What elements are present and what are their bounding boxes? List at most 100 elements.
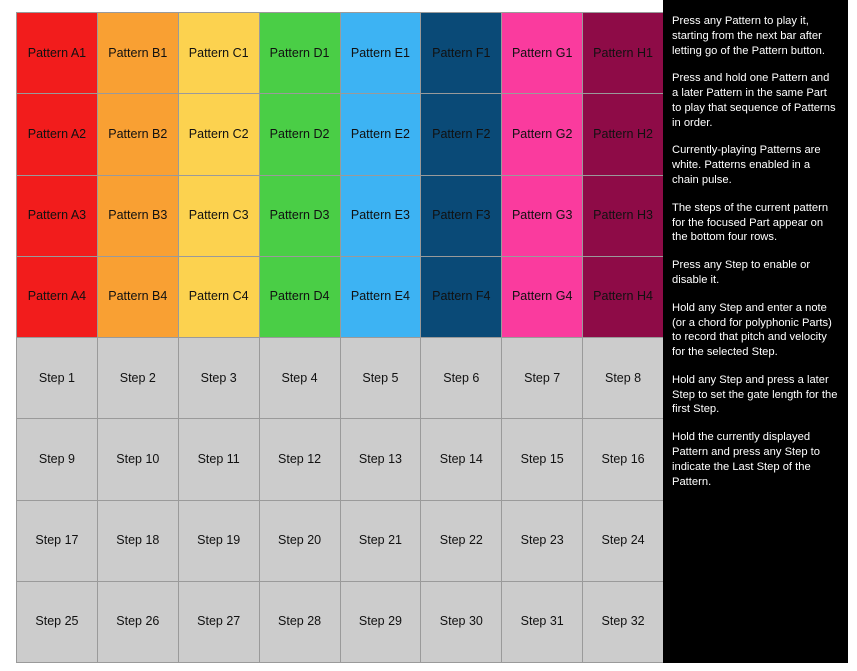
step-pad[interactable]: Step 2: [97, 338, 179, 420]
step-pad[interactable]: Step 5: [340, 338, 422, 420]
step-pad[interactable]: Step 28: [259, 581, 341, 663]
pattern-pad-label: Pattern E1: [350, 45, 410, 60]
step-pad[interactable]: Step 20: [259, 500, 341, 582]
step-pad[interactable]: Step 6: [421, 338, 503, 420]
step-pad[interactable]: Step 12: [259, 419, 341, 501]
step-pad[interactable]: Step 1: [17, 338, 98, 420]
pattern-pad[interactable]: Pattern E4: [340, 256, 422, 338]
step-pad[interactable]: Step 9: [17, 419, 98, 501]
pattern-pad[interactable]: Pattern D4: [259, 256, 341, 338]
step-pad[interactable]: Step 23: [502, 500, 584, 582]
help-paragraph: Hold the currently displayed Pattern and…: [672, 431, 821, 488]
pattern-pad-label: Pattern H4: [593, 289, 653, 304]
step-pad-label: Step 12: [278, 451, 322, 466]
pattern-pad[interactable]: Pattern H3: [583, 175, 664, 257]
pattern-pad[interactable]: Pattern H2: [583, 94, 664, 176]
pattern-pad[interactable]: Pattern E1: [340, 13, 422, 95]
step-pad-label: Step 29: [358, 614, 402, 629]
step-pad-label: Step 6: [443, 370, 480, 385]
step-pad[interactable]: Step 14: [421, 419, 503, 501]
pattern-pad-label: Pattern D2: [269, 126, 330, 141]
pattern-pad[interactable]: Pattern D2: [259, 94, 341, 176]
pattern-pad[interactable]: Pattern C4: [178, 256, 260, 338]
pattern-pad[interactable]: Pattern B4: [97, 256, 179, 338]
pattern-pad[interactable]: Pattern A3: [17, 175, 98, 257]
pattern-pad[interactable]: Pattern A2: [17, 94, 98, 176]
step-pad[interactable]: Step 13: [340, 419, 422, 501]
pattern-pad-label: Pattern F3: [432, 208, 491, 223]
step-pad[interactable]: Step 19: [178, 500, 260, 582]
pattern-pad[interactable]: Pattern D1: [259, 13, 341, 95]
step-pad[interactable]: Step 27: [178, 581, 260, 663]
pattern-pad[interactable]: Pattern G1: [502, 13, 584, 95]
pattern-pad[interactable]: Pattern F3: [421, 175, 503, 257]
pattern-pad[interactable]: Pattern C3: [178, 175, 260, 257]
step-pad[interactable]: Step 16: [583, 419, 664, 501]
step-pad[interactable]: Step 30: [421, 581, 503, 663]
step-pad[interactable]: Step 22: [421, 500, 503, 582]
pattern-pad-label: Pattern G4: [511, 289, 573, 304]
step-pad-label: Step 9: [38, 451, 75, 466]
step-pad-label: Step 27: [197, 614, 241, 629]
pattern-pad-label: Pattern F2: [432, 126, 491, 141]
step-pad-label: Step 4: [281, 370, 318, 385]
launchpad-grid: Pattern A1 Pattern B1 Pattern C1 Pattern D1…: [16, 12, 664, 663]
step-pad[interactable]: Step 26: [97, 581, 179, 663]
step-pad[interactable]: Step 29: [340, 581, 422, 663]
pattern-pad[interactable]: Pattern B2: [97, 94, 179, 176]
pattern-pad[interactable]: Pattern E2: [340, 94, 422, 176]
pattern-pad[interactable]: Pattern H4: [583, 256, 664, 338]
step-pad-label: Step 30: [439, 614, 483, 629]
step-pad[interactable]: Step 8: [583, 338, 664, 420]
pattern-pad-label: Pattern A2: [27, 126, 87, 141]
pattern-pad[interactable]: Pattern F4: [421, 256, 503, 338]
pattern-pad[interactable]: Pattern A4: [17, 256, 98, 338]
help-paragraph: Press and hold one Pattern and a later P…: [672, 72, 836, 129]
step-pad[interactable]: Step 25: [17, 581, 98, 663]
step-pad[interactable]: Step 21: [340, 500, 422, 582]
step-pad-label: Step 14: [439, 451, 483, 466]
pattern-pad-label: Pattern G1: [511, 45, 573, 60]
pattern-pad-label: Pattern C3: [188, 208, 249, 223]
pattern-pad[interactable]: Pattern D3: [259, 175, 341, 257]
pattern-pad-label: Pattern A4: [27, 289, 87, 304]
pattern-pad[interactable]: Pattern A1: [17, 13, 98, 95]
pattern-pad[interactable]: Pattern B3: [97, 175, 179, 257]
step-pad-label: Step 23: [520, 533, 564, 548]
pattern-pad[interactable]: Pattern G4: [502, 256, 584, 338]
step-pad-label: Step 10: [116, 451, 160, 466]
help-paragraph: Hold any Step and press a later Step to …: [672, 373, 838, 416]
step-pad[interactable]: Step 18: [97, 500, 179, 582]
pattern-pad[interactable]: Pattern E3: [340, 175, 422, 257]
step-pad-label: Step 25: [35, 614, 79, 629]
step-pad-label: Step 8: [604, 370, 642, 385]
step-pad[interactable]: Step 11: [178, 419, 260, 501]
step-pad-label: Step 5: [362, 370, 399, 385]
step-pad[interactable]: Step 3: [178, 338, 260, 420]
step-pad-label: Step 2: [119, 370, 156, 385]
step-pad[interactable]: Step 31: [502, 581, 584, 663]
pattern-pad[interactable]: Pattern F2: [421, 94, 503, 176]
step-pad-label: Step 11: [197, 451, 240, 466]
pattern-pad-label: Pattern G2: [511, 126, 573, 141]
step-pad[interactable]: Step 17: [17, 500, 98, 582]
step-pad[interactable]: Step 4: [259, 338, 341, 420]
pattern-pad[interactable]: Pattern H1: [583, 13, 664, 95]
pattern-pad-label: Pattern D4: [269, 289, 330, 304]
step-pad-label: Step 1: [38, 370, 75, 385]
pattern-pad[interactable]: Pattern B1: [97, 13, 179, 95]
step-pad-label: Step 21: [358, 533, 402, 548]
step-pad[interactable]: Step 15: [502, 419, 584, 501]
step-pad[interactable]: Step 7: [502, 338, 584, 420]
pattern-pad-label: Pattern F1: [432, 45, 491, 60]
pattern-pad[interactable]: Pattern G2: [502, 94, 584, 176]
pattern-pad-label: Pattern E2: [350, 126, 410, 141]
step-pad[interactable]: Step 32: [583, 581, 664, 663]
help-paragraph: Hold any Step and enter a note (or a cho…: [672, 301, 832, 359]
pattern-pad[interactable]: Pattern F1: [421, 13, 503, 95]
step-pad[interactable]: Step 10: [97, 419, 179, 501]
pattern-pad[interactable]: Pattern G3: [502, 175, 584, 257]
pattern-pad[interactable]: Pattern C1: [178, 13, 260, 95]
pattern-pad[interactable]: Pattern C2: [178, 94, 260, 176]
step-pad[interactable]: Step 24: [583, 500, 664, 582]
